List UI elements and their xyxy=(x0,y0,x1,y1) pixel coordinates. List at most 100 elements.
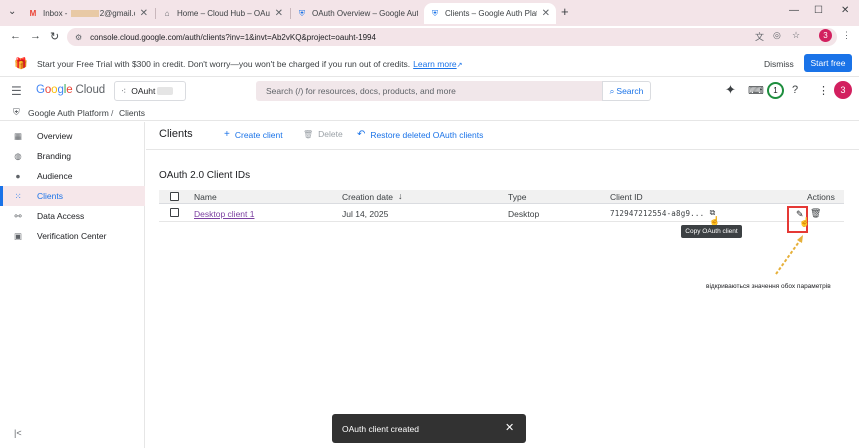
browser-tab-oauth-overview[interactable]: ⛨ OAuth Overview – Google Auth xyxy=(291,3,424,24)
snackbar-message: OAuth client created xyxy=(342,423,420,434)
help-icon[interactable]: ? xyxy=(792,84,798,96)
column-header-name[interactable]: Name xyxy=(194,192,217,202)
bookmark-star-icon[interactable]: ☆ xyxy=(792,30,800,41)
learn-more-link[interactable]: Learn more xyxy=(413,59,456,69)
client-name-link[interactable]: Desktop client 1 xyxy=(194,209,254,219)
sidebar-item-branding[interactable]: ◍ Branding xyxy=(0,146,145,166)
tab-title: Clients – Google Auth Platform xyxy=(445,9,537,18)
collapse-sidebar-icon[interactable]: |< xyxy=(14,428,22,438)
row-checkbox[interactable] xyxy=(170,208,179,217)
free-trial-banner: 🎁 Start your Free Trial with $300 in cre… xyxy=(0,50,859,77)
sidebar-item-verification-center[interactable]: ▣ Verification Center xyxy=(0,226,145,246)
search-button[interactable]: ⌕ Search xyxy=(602,81,651,101)
person-icon: ● xyxy=(15,171,21,181)
translate-icon[interactable]: 文 xyxy=(755,30,764,43)
browser-tab-clients[interactable]: ⛨ Clients – Google Auth Platform ✕ xyxy=(424,3,556,24)
cloud-shell-terminal-icon[interactable]: ⌨ xyxy=(748,84,764,97)
project-selector[interactable]: ⁖ OAuht xyxy=(114,81,186,101)
shield-icon: ⛨ xyxy=(13,107,20,117)
reload-icon[interactable]: ↻ xyxy=(50,30,59,43)
google-cloud-logo[interactable]: Google Cloud xyxy=(36,84,105,96)
delete-button[interactable]: 🗑 Delete xyxy=(303,129,343,139)
browser-tab-strip: ⌄ M Inbox - 2@gmail.com ✕ ⌂ Home – Cloud… xyxy=(0,0,859,26)
more-vert-icon[interactable]: ⋮ xyxy=(842,30,851,41)
site-info-icon[interactable]: ⚙ xyxy=(75,33,82,42)
create-client-button[interactable]: + Create client xyxy=(224,129,283,140)
column-header-client-id: Client ID xyxy=(610,192,643,202)
tab-title: Inbox - 2@gmail.com xyxy=(43,9,135,18)
tab-title: OAuth Overview – Google Auth xyxy=(312,9,418,18)
tab-title: Home – Cloud Hub – OAuht-1! xyxy=(177,9,270,18)
add-icon: + xyxy=(224,129,230,140)
shield-icon: ⛨ xyxy=(299,8,305,18)
table-row: Desktop client 1 Jul 14, 2025 Desktop 71… xyxy=(159,205,844,222)
external-link-icon: ↗ xyxy=(456,62,463,69)
breadcrumb-current: Clients xyxy=(119,108,145,118)
section-title: OAuth 2.0 Client IDs xyxy=(159,170,251,181)
start-free-button[interactable]: Start free xyxy=(804,54,852,72)
search-icon: ⌕ xyxy=(609,85,615,96)
forward-arrow-icon[interactable]: → xyxy=(30,30,41,42)
select-all-checkbox[interactable] xyxy=(170,192,179,201)
restore-deleted-clients-button[interactable]: ↶ Restore deleted OAuth clients xyxy=(357,129,483,140)
mouse-pointer-icon: ☝ xyxy=(799,217,811,227)
browser-tab-cloud-hub[interactable]: ⌂ Home – Cloud Hub – OAuht-1! ✕ xyxy=(156,3,289,24)
browser-profile-avatar[interactable]: 3 xyxy=(819,29,832,42)
close-tab-icon[interactable]: ✕ xyxy=(140,8,148,19)
data-access-icon: ⚯ xyxy=(14,210,22,221)
eye-off-icon[interactable]: ◎ xyxy=(773,30,781,41)
client-id-cell: 712947212554-a8g9... xyxy=(610,209,705,218)
minimize-icon[interactable]: — xyxy=(789,5,799,16)
sidebar-item-overview[interactable]: ▦ Overview xyxy=(0,126,145,146)
shield-icon: ⛨ xyxy=(432,8,438,18)
notifications-badge[interactable]: 1 xyxy=(767,82,784,99)
redacted-project-suffix xyxy=(157,87,174,95)
url-text: console.cloud.google.com/auth/clients?in… xyxy=(90,32,376,42)
dismiss-button[interactable]: Dismiss xyxy=(764,59,794,69)
close-window-icon[interactable]: ✕ xyxy=(841,5,849,16)
gift-icon: 🎁 xyxy=(14,58,28,70)
grid-apps-icon: ⁙ xyxy=(14,190,22,201)
gcp-icon: ⌂ xyxy=(164,9,170,18)
back-arrow-icon[interactable]: ← xyxy=(10,30,21,42)
account-avatar[interactable]: 3 xyxy=(834,81,852,99)
close-tab-icon[interactable]: ✕ xyxy=(542,8,550,19)
delete-trash-icon[interactable]: 🗑 xyxy=(810,208,821,219)
left-sidebar: ▦ Overview ◍ Branding ● Audience ⁙ Clien… xyxy=(0,122,145,448)
sidebar-item-clients[interactable]: ⁙ Clients xyxy=(0,186,145,206)
menu-hamburger-icon[interactable]: ☰ xyxy=(11,84,22,98)
page-title: Clients xyxy=(159,128,193,140)
dashboard-icon: ▦ xyxy=(13,130,23,141)
column-header-creation-date[interactable]: Creation date xyxy=(342,192,393,202)
creation-date-cell: Jul 14, 2025 xyxy=(342,209,389,219)
breadcrumb: ⛨ Google Auth Platform / Clients xyxy=(0,105,859,121)
snackbar: OAuth client created ✕ xyxy=(332,414,526,443)
breadcrumb-root[interactable]: Google Auth Platform xyxy=(28,108,109,118)
settings-more-vert-icon[interactable]: ⋮ xyxy=(818,84,829,97)
sidebar-item-audience[interactable]: ● Audience xyxy=(0,166,145,186)
tooltip: Copy OAuth client xyxy=(681,225,742,238)
new-tab-plus-icon[interactable]: + xyxy=(561,4,569,19)
sort-arrow-down-icon[interactable]: ↓ xyxy=(398,191,403,201)
column-header-type: Type xyxy=(508,192,527,202)
address-bar[interactable]: ⚙ console.cloud.google.com/auth/clients?… xyxy=(67,28,837,46)
close-icon[interactable]: ✕ xyxy=(505,421,514,434)
sidebar-item-data-access[interactable]: ⚯ Data Access xyxy=(0,206,145,226)
annotation-note: відкриваються значення обох параметрів xyxy=(706,283,831,290)
maximize-icon[interactable]: ☐ xyxy=(814,5,823,16)
banner-text: Start your Free Trial with $300 in credi… xyxy=(37,59,463,69)
project-name: OAuht xyxy=(131,86,156,96)
column-header-actions: Actions xyxy=(807,192,835,202)
project-nodes-icon: ⁖ xyxy=(121,85,127,96)
browser-toolbar: ← → ↻ ⚙ console.cloud.google.com/auth/cl… xyxy=(0,26,859,48)
gemini-sparkle-icon[interactable]: ✦ xyxy=(725,82,736,98)
console-header: ☰ Google Cloud ⁖ OAuht Search (/) for res… xyxy=(0,78,859,104)
browser-tab-gmail[interactable]: M Inbox - 2@gmail.com ✕ xyxy=(22,3,154,24)
type-cell: Desktop xyxy=(508,209,540,219)
search-input[interactable]: Search (/) for resources, docs, products… xyxy=(256,81,602,101)
tab-list-chevron-icon[interactable]: ⌄ xyxy=(8,6,16,17)
breadcrumb-separator: / xyxy=(111,108,114,118)
toolbar-divider xyxy=(146,149,859,150)
table-header: Name Creation date ↓ Type Client ID Acti… xyxy=(159,190,844,204)
close-tab-icon[interactable]: ✕ xyxy=(275,8,283,19)
